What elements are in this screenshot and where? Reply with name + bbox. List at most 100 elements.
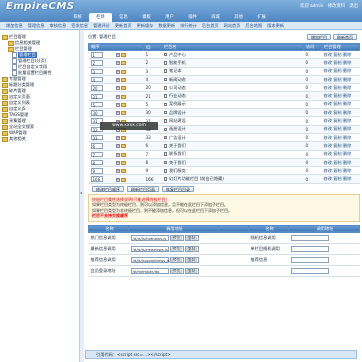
sub-nav-link[interactable]: 管理信息 (28, 23, 45, 29)
sub-nav-link[interactable]: 签发信息 (71, 23, 88, 29)
call-url-input[interactable]: /d/js/js/hotnews.js (130, 235, 169, 241)
order-input[interactable]: 8 (90, 159, 103, 166)
ops-links[interactable]: 修改 复制 删除 (321, 91, 360, 101)
add-column-button[interactable]: 增加栏目 (307, 34, 331, 40)
sub-nav-link[interactable]: 版本更新 (267, 23, 284, 29)
expand-icon[interactable]: + (115, 102, 120, 107)
preview-button[interactable]: [预览] (169, 257, 184, 263)
sub-nav-link[interactable]: 排行统计 (180, 23, 197, 29)
row-checkbox[interactable] (163, 144, 167, 148)
toplink-profile[interactable]: 修改资料 (328, 4, 345, 9)
row-checkbox[interactable] (163, 102, 167, 107)
expand-icon[interactable]: + (115, 136, 120, 141)
sub-nav-link[interactable]: 审核信息 (50, 23, 67, 29)
collapse-arrow-icon[interactable]: ◂ (80, 190, 82, 195)
call-url-input[interactable]: /e/member/do (130, 268, 169, 274)
ops-links[interactable]: 修改 复制 删除 (321, 158, 360, 168)
edit-order-button[interactable]: 修改栏目顺序 (92, 185, 124, 192)
top-tab[interactable]: 栏目 (89, 13, 112, 22)
sub-nav-link[interactable]: 管理评论 (93, 23, 110, 29)
row-checkbox[interactable] (163, 94, 167, 98)
call-url-input-2[interactable] (290, 246, 329, 252)
copy-button[interactable]: [复制] (184, 235, 199, 241)
order-input[interactable]: 33 (90, 134, 103, 141)
row-checkbox[interactable] (163, 77, 167, 82)
expand-icon[interactable]: + (115, 78, 120, 83)
expand-icon[interactable]: + (115, 53, 120, 58)
call-url-input-2[interactable] (290, 257, 329, 263)
sub-nav-link[interactable]: 后台地图 (245, 23, 262, 29)
row-checkbox[interactable] (163, 86, 167, 90)
top-tab[interactable]: 模板 (135, 13, 158, 22)
row-checkbox[interactable] (163, 127, 167, 132)
call-url-input[interactable]: /d/js/js/goodnews.js (130, 257, 170, 263)
tree-item[interactable]: 其他相关 (2, 136, 77, 142)
sub-nav-link[interactable]: 数据更新 (158, 23, 175, 29)
order-input[interactable]: 21 (90, 93, 103, 99)
top-tab[interactable]: 系统 (66, 13, 89, 22)
call-url-input[interactable]: /d/js/js/newnews.js (130, 246, 169, 252)
ops-links[interactable]: 修改 复制 删除 (321, 75, 360, 85)
row-checkbox[interactable] (163, 152, 167, 156)
column-name-link[interactable]: 联系我们 (169, 151, 186, 156)
column-name-link[interactable]: 行业动态 (169, 93, 186, 98)
column-name-link[interactable]: 幻灯片功能栏目 (前台已隐藏) (169, 176, 224, 181)
top-tab[interactable]: 信息 (112, 13, 135, 22)
toplink-logout[interactable]: 退出 (349, 4, 358, 9)
copy-button[interactable]: [复制] (184, 246, 199, 252)
top-tab[interactable]: 商城 (204, 13, 227, 22)
row-checkbox[interactable] (163, 169, 167, 173)
ops-links[interactable]: 修改 复制 删除 (321, 58, 360, 68)
ops-links[interactable]: 修改 复制 删除 (321, 174, 360, 184)
row-checkbox[interactable] (163, 119, 167, 123)
column-name-link[interactable]: 案例展示 (169, 101, 186, 106)
order-input[interactable]: 7 (90, 151, 103, 157)
copy-button[interactable]: [复制] (184, 268, 199, 274)
order-input[interactable]: 6 (90, 143, 103, 149)
top-tab[interactable]: 扩展 (250, 13, 273, 22)
expand-icon[interactable]: + (115, 144, 120, 149)
sub-nav-link[interactable]: 网站首页 (224, 23, 241, 29)
order-input[interactable]: 2 (90, 60, 103, 66)
sub-nav-link[interactable]: 更新缓存 (137, 23, 154, 29)
preview-button[interactable]: [预览] (169, 268, 184, 274)
ops-links[interactable]: 修改 复制 删除 (321, 150, 360, 159)
expand-icon[interactable]: + (115, 177, 120, 182)
expand-icon[interactable]: + (115, 61, 120, 66)
row-checkbox[interactable] (163, 160, 167, 165)
order-input[interactable]: 1 (90, 52, 103, 58)
ops-links[interactable]: 修改 复制 删除 (321, 67, 360, 76)
ops-links[interactable]: 修改 复制 删除 (321, 166, 360, 176)
refresh-home-button[interactable]: 刷新首页 (333, 34, 357, 40)
column-name-link[interactable]: 广告设计 (169, 135, 186, 140)
expand-icon[interactable]: + (115, 86, 120, 91)
preview-button[interactable]: [预览] (169, 246, 184, 252)
row-checkbox[interactable] (163, 52, 167, 57)
expand-icon[interactable]: + (115, 111, 120, 116)
column-name-link[interactable]: 公司动态 (169, 85, 186, 90)
row-checkbox[interactable] (163, 69, 167, 73)
call-url-input-2[interactable] (290, 268, 329, 274)
sub-nav-link[interactable]: 更新首页 (115, 23, 132, 29)
copy-button[interactable]: [复制] (184, 257, 199, 263)
expand-icon[interactable]: + (115, 169, 120, 174)
column-name-link[interactable]: 网站建设 (169, 118, 186, 123)
ops-links[interactable]: 修改 复制 删除 (321, 100, 360, 110)
expand-icon[interactable]: + (115, 161, 120, 165)
column-name-link[interactable]: 我们服务 (169, 168, 186, 173)
ops-links[interactable]: 修改 复制 删除 (321, 83, 360, 93)
order-input[interactable]: 30 (90, 110, 103, 116)
sidebar-splitter[interactable]: ◂ (80, 30, 84, 362)
top-tab[interactable]: 用户 (158, 13, 181, 22)
restore-dirs-button[interactable]: 恢复栏目目录 (162, 185, 194, 192)
sub-nav-link[interactable]: 后台首页 (202, 23, 219, 29)
expand-icon[interactable]: + (115, 94, 120, 99)
column-name-link[interactable]: 品牌设计 (169, 110, 186, 115)
ops-links[interactable]: 修改 复制 删除 (321, 125, 360, 134)
sub-nav-link[interactable]: 增加信息 (6, 23, 23, 29)
ops-links[interactable]: 修改 复制 删除 (321, 141, 360, 151)
refresh-pages-button[interactable]: 刷新栏目页面 (127, 185, 159, 192)
column-name-link[interactable]: 智能手机 (169, 60, 186, 65)
order-input[interactable]: 5 (90, 101, 103, 108)
ops-links[interactable]: 修改 复制 删除 (321, 116, 360, 126)
